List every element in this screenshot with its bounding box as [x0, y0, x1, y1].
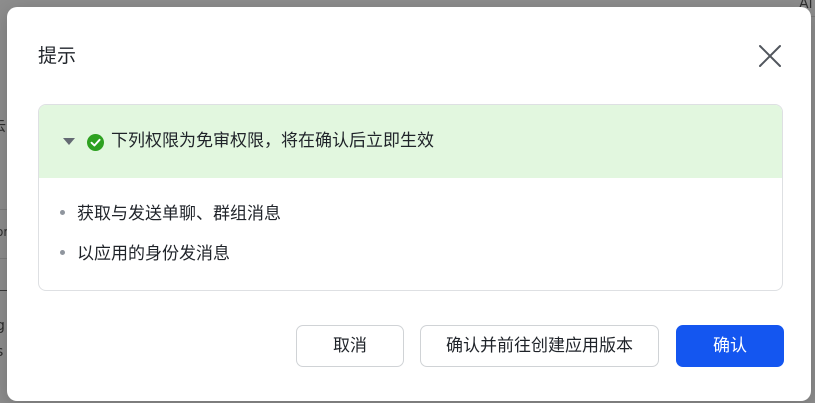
bullet-icon [60, 249, 65, 255]
permission-item-label: 获取与发送单聊、群组消息 [77, 204, 281, 224]
permission-item: 以应用的身份发消息 [60, 242, 230, 266]
permission-header-text: 下列权限为免审权限，将在确认后立即生效 [111, 131, 434, 151]
bullet-icon [60, 209, 65, 215]
permission-item: 获取与发送单聊、群组消息 [60, 202, 281, 226]
cancel-button[interactable]: 取消 [296, 325, 404, 367]
confirm-button[interactable]: 确认 [676, 325, 784, 367]
close-icon [759, 45, 781, 67]
close-button[interactable] [757, 43, 783, 69]
caret-down-icon[interactable] [63, 138, 75, 146]
confirm-dialog: 提示 下列权限为免审权限，将在确认后立即生效 获取与发送单聊、群组消息 以应用的… [7, 7, 811, 401]
permission-panel: 下列权限为免审权限，将在确认后立即生效 获取与发送单聊、群组消息 以应用的身份发… [38, 104, 783, 291]
check-circle-icon [87, 134, 104, 151]
dialog-title: 提示 [38, 45, 77, 67]
permission-panel-header[interactable]: 下列权限为免审权限，将在确认后立即生效 [39, 105, 782, 178]
background-text-fragment: s [0, 344, 3, 360]
background-text-fragment: 云 [0, 116, 6, 136]
confirm-and-create-version-button[interactable]: 确认并前往创建应用版本 [420, 325, 659, 367]
permission-item-label: 以应用的身份发消息 [77, 244, 230, 264]
background-text-fragment: g [0, 318, 5, 334]
